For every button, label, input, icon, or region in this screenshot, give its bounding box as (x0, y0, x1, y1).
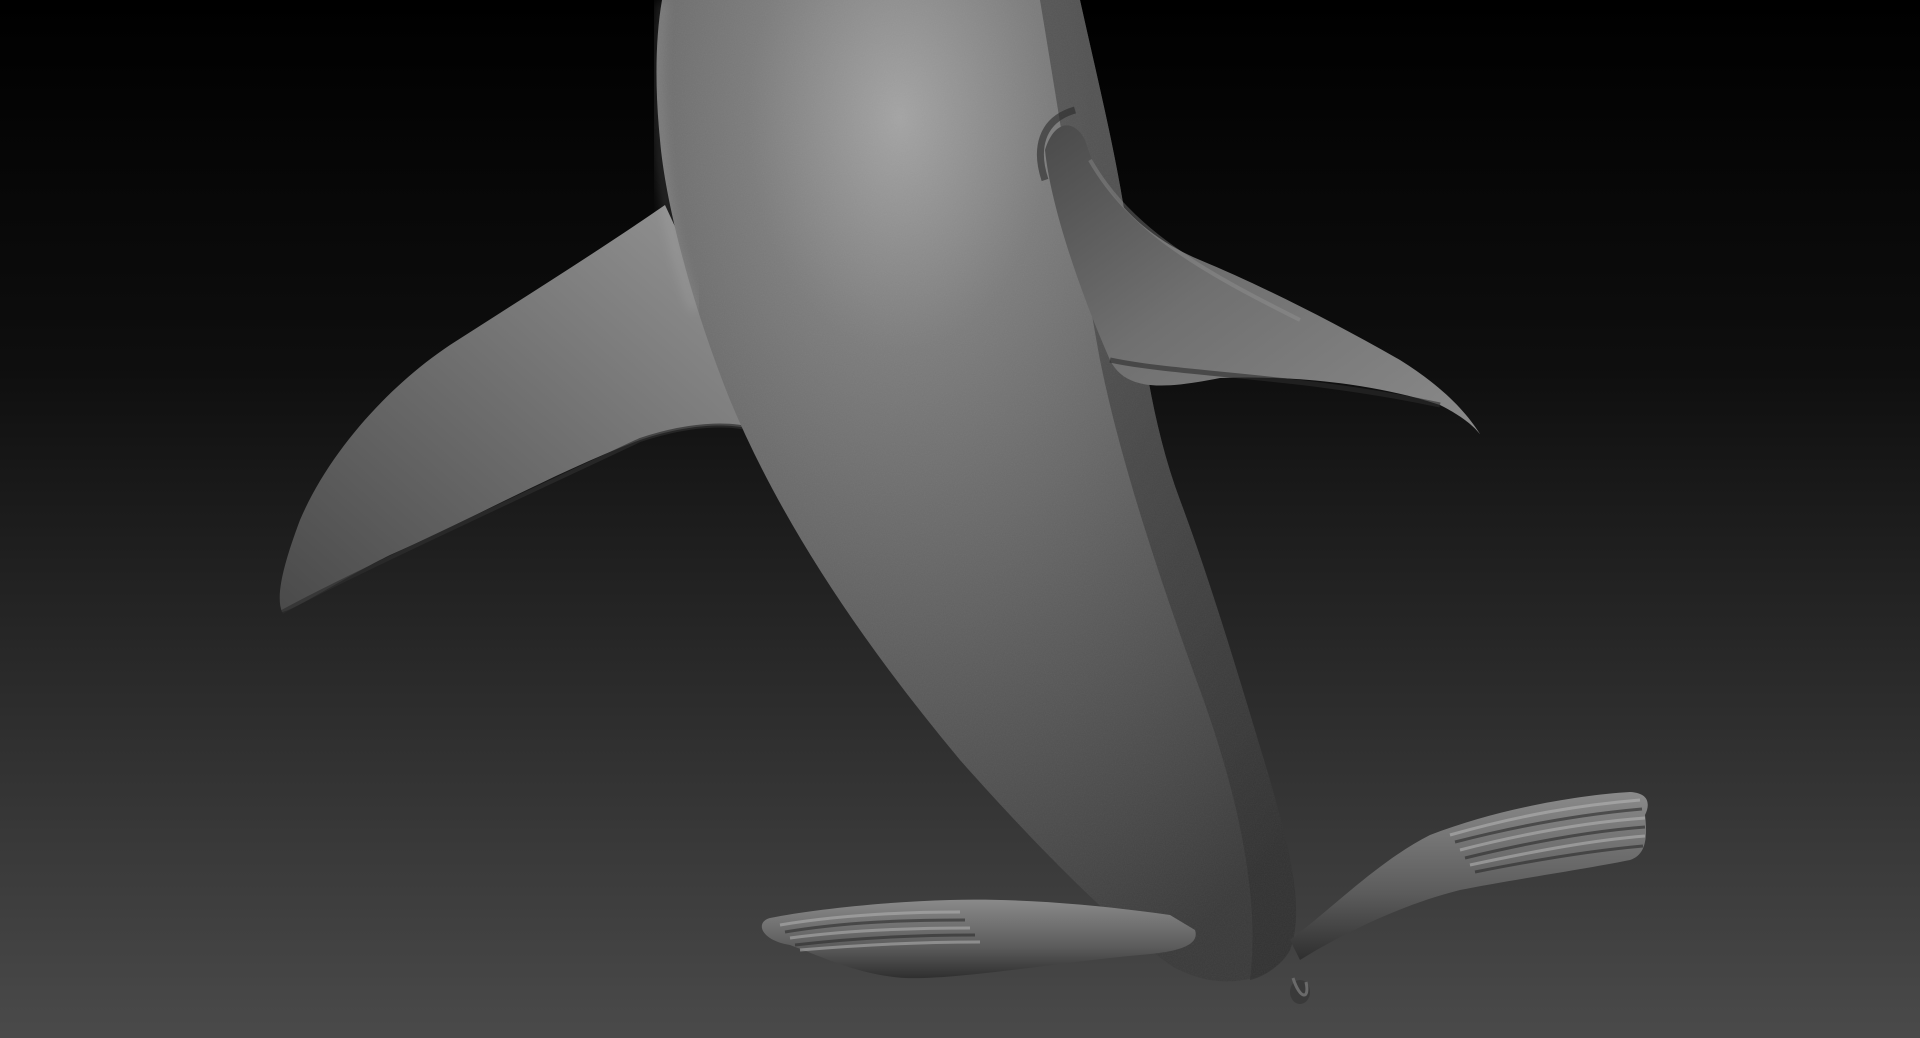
sculpt-canvas[interactable] (0, 0, 1920, 1038)
3d-viewport[interactable] (0, 0, 1920, 1038)
